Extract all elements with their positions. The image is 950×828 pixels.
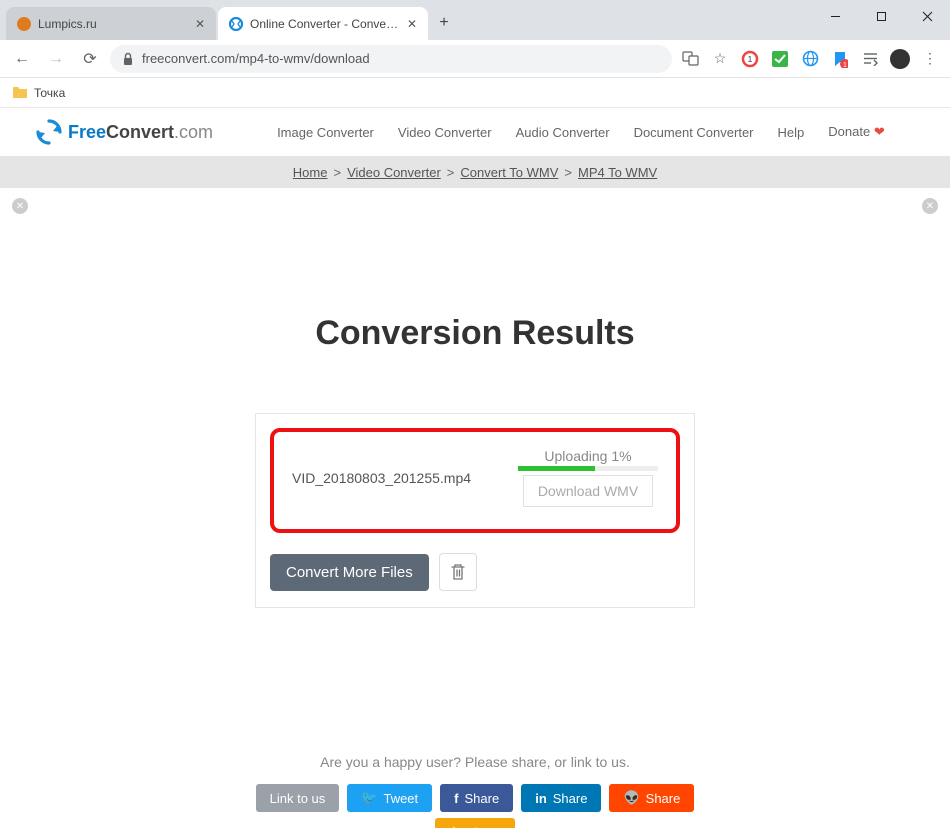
nav-video-converter[interactable]: Video Converter	[398, 125, 492, 140]
lumpics-favicon	[16, 16, 32, 32]
maximize-button[interactable]	[858, 0, 904, 33]
browser-toolbar: ← → ⟳ freeconvert.com/mp4-to-wmv/downloa…	[0, 40, 950, 78]
reddit-share-button[interactable]: 👽Share	[609, 784, 694, 812]
star-icon[interactable]: ☆	[708, 48, 732, 70]
reading-list-icon[interactable]	[858, 48, 882, 70]
chrome-menu-icon[interactable]: ⋮	[918, 48, 942, 70]
nav-donate[interactable]: Donate ❤	[828, 124, 884, 140]
trash-icon	[450, 563, 466, 581]
back-button[interactable]: ←	[8, 45, 36, 73]
heart-icon: ❤	[874, 124, 885, 139]
browser-titlebar: Lumpics.ru ✕ Online Converter - Convert …	[0, 0, 950, 40]
breadcrumb-sep: >	[447, 165, 455, 180]
file-row-highlight: VID_20180803_201255.mp4 Uploading 1% Dow…	[270, 428, 680, 533]
reload-button[interactable]: ⟳	[76, 45, 104, 73]
linkedin-share-button[interactable]: inShare	[521, 784, 601, 812]
breadcrumb-sep: >	[333, 165, 341, 180]
extension-check-icon[interactable]	[768, 48, 792, 70]
extension-1-icon[interactable]: 1	[738, 48, 762, 70]
bookmarks-bar: Точка	[0, 78, 950, 108]
site-header: FreeConvert.com Image Converter Video Co…	[0, 108, 950, 156]
extension-globe-icon[interactable]	[798, 48, 822, 70]
logo-icon	[36, 119, 62, 145]
tab-title: Online Converter - Convert Imag	[250, 17, 400, 31]
send-icon: ✈	[449, 824, 460, 828]
page-content: FreeConvert.com Image Converter Video Co…	[0, 108, 950, 828]
reddit-icon: 👽	[623, 790, 639, 806]
logo-free: Free	[68, 122, 106, 142]
close-icon[interactable]: ✕	[406, 17, 418, 31]
progress-bar	[518, 466, 658, 471]
link-to-us-button[interactable]: Link to us	[256, 784, 340, 812]
download-button[interactable]: Download WMV	[523, 475, 653, 507]
tab-freeconvert[interactable]: Online Converter - Convert Imag ✕	[218, 7, 428, 40]
breadcrumb-video[interactable]: Video Converter	[347, 165, 441, 180]
nav-image-converter[interactable]: Image Converter	[277, 125, 374, 140]
forward-button[interactable]: →	[42, 45, 70, 73]
breadcrumb-wmv[interactable]: Convert To WMV	[460, 165, 558, 180]
translate-icon[interactable]	[678, 48, 702, 70]
minimize-button[interactable]	[812, 0, 858, 33]
share-prompt: Are you a happy user? Please share, or l…	[0, 754, 950, 770]
twitter-icon: 🐦	[361, 790, 377, 806]
breadcrumb-home[interactable]: Home	[293, 165, 328, 180]
url-text: freeconvert.com/mp4-to-wmv/download	[142, 51, 370, 66]
page-title: Conversion Results	[0, 314, 950, 353]
folder-icon	[12, 85, 28, 101]
conversion-panel: VID_20180803_201255.mp4 Uploading 1% Dow…	[255, 413, 695, 608]
site-logo[interactable]: FreeConvert.com	[36, 119, 213, 145]
ad-close-right-icon[interactable]: ✕	[922, 198, 938, 214]
tab-lumpics[interactable]: Lumpics.ru ✕	[6, 7, 216, 40]
tweet-button[interactable]: 🐦Tweet	[347, 784, 432, 812]
nav-help[interactable]: Help	[778, 125, 805, 140]
breadcrumb: Home > Video Converter > Convert To WMV …	[0, 156, 950, 188]
share-generic-button[interactable]: ✈Share	[435, 818, 515, 828]
file-name: VID_20180803_201255.mp4	[292, 470, 471, 486]
window-close-button[interactable]	[904, 0, 950, 33]
facebook-icon: f	[454, 791, 458, 806]
tab-title: Lumpics.ru	[38, 17, 188, 31]
delete-button[interactable]	[439, 553, 477, 591]
convert-more-button[interactable]: Convert More Files	[270, 554, 429, 591]
facebook-share-button[interactable]: fShare	[440, 784, 513, 812]
bookmark-folder[interactable]: Точка	[34, 86, 65, 100]
lock-icon	[122, 52, 134, 66]
svg-text:1: 1	[748, 55, 753, 64]
svg-text:1: 1	[843, 62, 847, 68]
breadcrumb-mp4wmv[interactable]: MP4 To WMV	[578, 165, 657, 180]
ad-close-left-icon[interactable]: ✕	[12, 198, 28, 214]
freeconvert-favicon	[228, 16, 244, 32]
close-icon[interactable]: ✕	[194, 17, 206, 31]
logo-convert: Convert	[106, 122, 174, 142]
nav-document-converter[interactable]: Document Converter	[634, 125, 754, 140]
logo-dotcom: .com	[174, 122, 213, 142]
breadcrumb-sep: >	[564, 165, 572, 180]
nav-audio-converter[interactable]: Audio Converter	[516, 125, 610, 140]
linkedin-icon: in	[535, 791, 547, 806]
address-bar[interactable]: freeconvert.com/mp4-to-wmv/download	[110, 45, 672, 73]
profile-avatar-icon[interactable]	[888, 48, 912, 70]
new-tab-button[interactable]: +	[430, 9, 458, 37]
upload-status: Uploading 1%	[518, 448, 658, 464]
extension-bookmark-icon[interactable]: 1	[828, 48, 852, 70]
